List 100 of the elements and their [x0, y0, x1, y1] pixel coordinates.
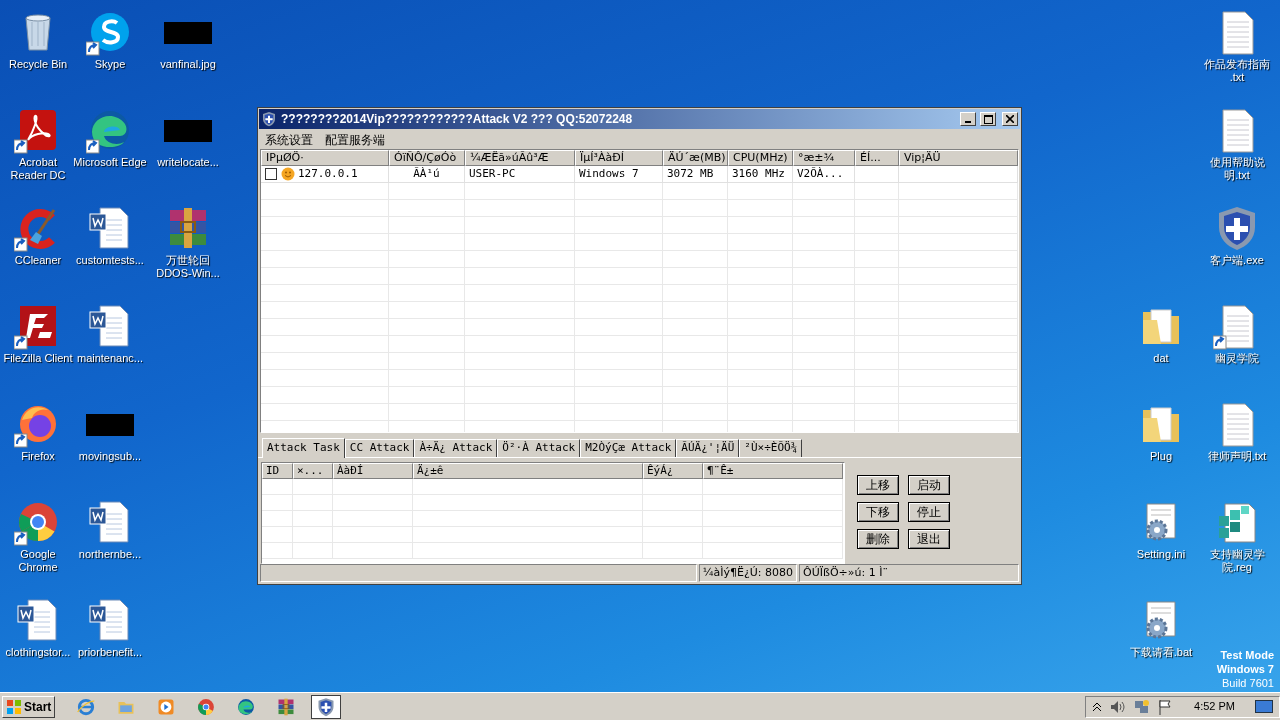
- icon-label[interactable]: Firefox: [21, 450, 55, 463]
- icon-label[interactable]: 幽灵学院: [1215, 352, 1259, 365]
- icon-label[interactable]: customtests...: [76, 254, 144, 267]
- taskbar-app-button[interactable]: [311, 694, 342, 719]
- shield-icon: [316, 696, 337, 717]
- icon-label[interactable]: 万世轮回 DDOS-Win...: [150, 254, 226, 280]
- table-cell: ÃÀ¹ú: [389, 166, 465, 183]
- icon-label[interactable]: Google Chrome: [0, 548, 76, 574]
- action-button[interactable]: 启动: [908, 475, 950, 495]
- internet-explorer-icon: [76, 696, 97, 717]
- status-text: ¼àÌý¶Ë¿Ú: 8080: [698, 564, 797, 582]
- smiley-icon: [281, 167, 295, 181]
- icon-label[interactable]: Plug: [1150, 450, 1172, 463]
- icon-label[interactable]: CCleaner: [14, 254, 62, 267]
- windows-logo-icon: [6, 698, 22, 715]
- table-cell: V2ÕÀ...: [793, 166, 855, 183]
- icon-label[interactable]: Skype: [94, 58, 126, 71]
- os-notice-text: Build 7601: [1222, 676, 1274, 690]
- maximize-icon: [983, 114, 993, 124]
- os-notice-text: Windows 7: [1216, 662, 1274, 676]
- icon-label[interactable]: Recycle Bin: [8, 58, 68, 71]
- table-cell: [262, 511, 293, 527]
- clock-text: 4:52 PM: [1194, 699, 1235, 715]
- show-desktop-icon[interactable]: [1255, 699, 1273, 714]
- icon-label[interactable]: northernbe...: [78, 548, 142, 561]
- column-header[interactable]: °æ±¾: [793, 150, 855, 166]
- column-header[interactable]: ÊýÁ¿: [643, 463, 703, 479]
- table-cell: [793, 183, 855, 200]
- shield-icon[interactable]: [261, 111, 277, 127]
- column-header[interactable]: ÓïÑÔ/ÇøÓò: [389, 150, 465, 166]
- table-cell: [855, 183, 899, 200]
- minimize-button[interactable]: [960, 112, 976, 126]
- column-header[interactable]: Vip¦ÄÜ: [899, 150, 1018, 166]
- menu-item[interactable]: 配置服务端: [320, 130, 390, 149]
- action-button[interactable]: 上移: [857, 475, 899, 495]
- icon-label[interactable]: 作品发布指南 .txt: [1199, 58, 1275, 84]
- table-cell: [293, 479, 333, 495]
- maximize-button[interactable]: [980, 112, 996, 126]
- table-cell: [643, 479, 703, 495]
- action-button[interactable]: 删除: [857, 529, 899, 549]
- action-button[interactable]: 停止: [908, 502, 950, 522]
- column-header[interactable]: ×...: [293, 463, 333, 479]
- column-header[interactable]: ÏµÍ³ÀàÐÍ: [575, 150, 663, 166]
- tab[interactable]: À÷Ä¿ Attack: [414, 439, 498, 457]
- table-cell: [663, 183, 728, 200]
- column-header[interactable]: ¶¨Ê±: [703, 463, 843, 479]
- column-header[interactable]: ÄÚ´æ(MB): [663, 150, 728, 166]
- chrome-icon: [196, 696, 217, 717]
- tab[interactable]: CC Attack: [344, 439, 415, 457]
- column-header[interactable]: ID: [262, 463, 293, 479]
- tab[interactable]: ²Ù×÷ÈÕÖ¾: [739, 439, 803, 457]
- icon-label[interactable]: 客户端.exe: [1210, 254, 1264, 267]
- table-cell: 3160 MHz: [728, 166, 793, 183]
- table-cell: [262, 527, 293, 543]
- speaker-icon[interactable]: [1110, 699, 1127, 714]
- books-archive-icon: [276, 696, 297, 717]
- table-cell: [262, 543, 293, 559]
- column-header[interactable]: ÀàÐÍ: [333, 463, 413, 479]
- checkbox[interactable]: [265, 168, 277, 180]
- network-icon[interactable]: [1134, 698, 1151, 715]
- action-button[interactable]: 退出: [908, 529, 950, 549]
- icon-label[interactable]: FileZilla Client: [3, 352, 73, 365]
- edge-icon: [236, 696, 257, 717]
- ip-address-text: 127.0.0.1: [298, 165, 358, 182]
- column-header[interactable]: ¼ÆËã»úÃû³Æ: [465, 150, 575, 166]
- tab[interactable]: Attack Task: [262, 438, 345, 458]
- table-cell: 3072 MB: [663, 166, 728, 183]
- table-cell: [262, 495, 293, 511]
- tab[interactable]: Ö²·À Attack: [497, 439, 581, 457]
- icon-label[interactable]: movingsub...: [78, 450, 142, 463]
- tab[interactable]: M2ÒýÇæ Attack: [580, 439, 677, 457]
- action-button[interactable]: 下移: [857, 502, 899, 522]
- icon-label[interactable]: priorbenefit...: [77, 646, 143, 659]
- icon-label[interactable]: clothingstor...: [5, 646, 71, 659]
- menu-item[interactable]: 系统设置: [260, 130, 318, 149]
- start-button[interactable]: Start: [2, 695, 56, 718]
- icon-label[interactable]: maintenanc...: [76, 352, 143, 365]
- column-header[interactable]: IPµØÖ·: [261, 150, 389, 166]
- status-text: ÔÚÏßÖ÷»ú: 1 Ì¨: [799, 564, 1019, 582]
- flag-icon[interactable]: [1158, 698, 1173, 715]
- icon-label[interactable]: 使用帮助说明.txt: [1199, 156, 1275, 182]
- table-cell: Windows 7: [575, 166, 663, 183]
- icon-label[interactable]: writelocate...: [157, 156, 219, 169]
- table-cell: USER-PC: [465, 166, 575, 183]
- table-cell: [855, 166, 899, 183]
- tab[interactable]: ÃÚÄ¿'¦ÄÜ: [676, 439, 740, 457]
- chevron-up-icon[interactable]: [1092, 701, 1103, 712]
- icon-label[interactable]: dat: [1153, 352, 1169, 365]
- icon-label[interactable]: 律师声明.txt: [1207, 450, 1267, 463]
- icon-label[interactable]: Microsoft Edge: [73, 156, 147, 169]
- close-button[interactable]: [1002, 112, 1018, 126]
- close-icon: [1006, 115, 1014, 123]
- column-header[interactable]: ÉÍ...: [855, 150, 899, 166]
- icon-label[interactable]: vanfinal.jpg: [160, 58, 216, 71]
- table-cell: [728, 183, 793, 200]
- window-title: ????????2014Vip????????????Attack V2 ??? QQ:52072248: [281, 111, 634, 128]
- column-header[interactable]: CPU(MHz): [728, 150, 793, 166]
- table-cell: [262, 479, 293, 495]
- os-notice-text: Test Mode: [1220, 648, 1274, 662]
- column-header[interactable]: Ä¿±ê: [413, 463, 643, 479]
